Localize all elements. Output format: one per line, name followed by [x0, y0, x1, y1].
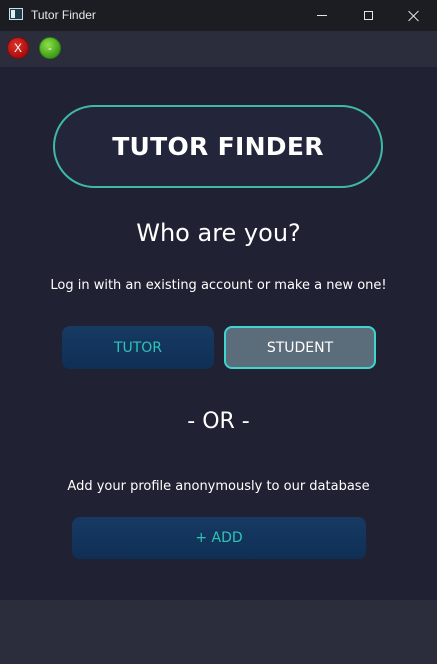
add-profile-button[interactable]: + ADD	[72, 517, 366, 559]
main-panel: TUTOR FINDER Who are you? Log in with an…	[0, 67, 437, 600]
app-logo-title: TUTOR FINDER	[53, 105, 383, 188]
minimize-icon	[317, 15, 327, 16]
minimize-app-button[interactable]: -	[39, 37, 61, 59]
close-window-button[interactable]	[391, 0, 437, 31]
app-toolbar: X -	[0, 31, 437, 67]
footer-bar	[0, 600, 437, 664]
maximize-icon	[363, 11, 373, 20]
window-titlebar: Tutor Finder	[0, 0, 437, 31]
login-subtitle: Log in with an existing account or make …	[50, 278, 387, 293]
or-divider-text: - OR -	[187, 409, 250, 434]
window-title: Tutor Finder	[31, 8, 96, 22]
tutor-button[interactable]: TUTOR	[62, 326, 214, 369]
minimize-window-button[interactable]	[299, 0, 345, 31]
student-button[interactable]: STUDENT	[224, 326, 376, 369]
role-question-heading: Who are you?	[136, 219, 301, 247]
close-app-button[interactable]: X	[7, 37, 29, 59]
app-icon	[9, 8, 23, 20]
add-profile-prompt: Add your profile anonymously to our data…	[67, 479, 370, 494]
close-icon	[408, 10, 420, 22]
maximize-window-button[interactable]	[345, 0, 391, 31]
